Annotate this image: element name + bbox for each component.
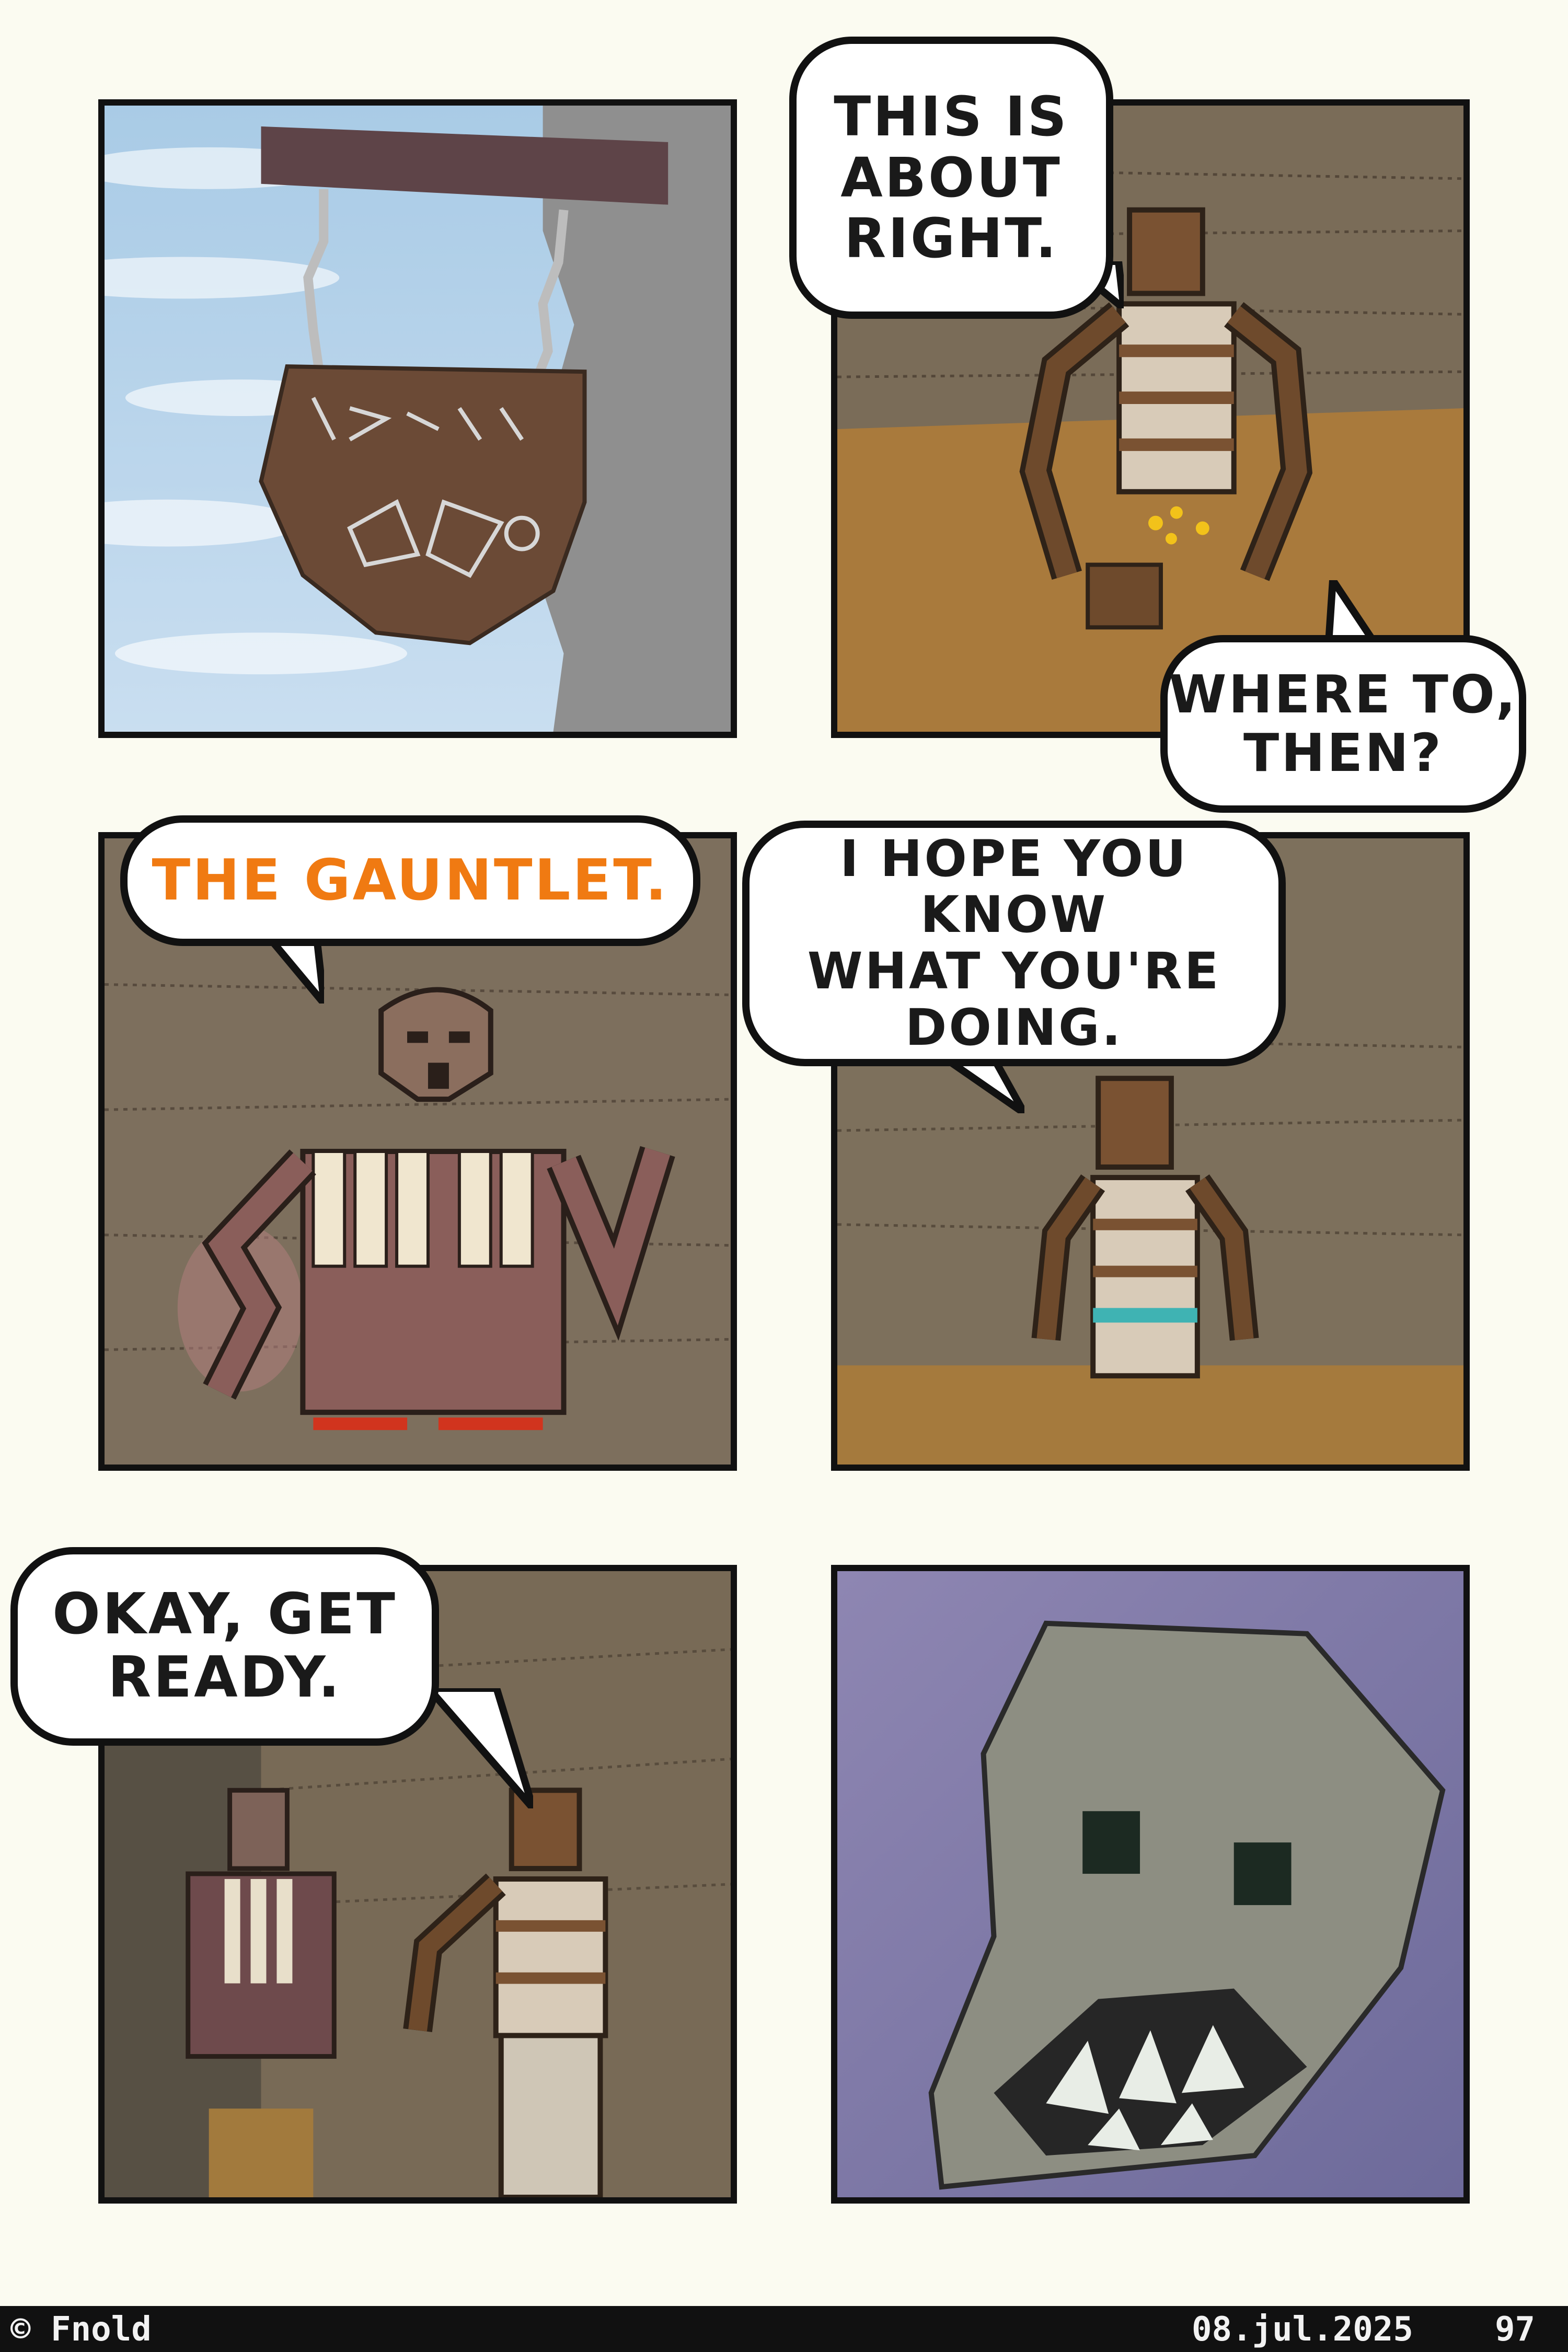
footer-bar: © Fnold 08.jul.2025 97 xyxy=(0,2306,1568,2352)
panel-1-shop-sign xyxy=(98,99,737,738)
speech-bubble-where-to-then: WHERE TO, THEN? xyxy=(1160,635,1526,813)
speech-bubble-the-gauntlet: THE GAUNTLET. xyxy=(120,815,700,946)
copyright-label: © Fnold xyxy=(10,2310,152,2349)
shop-sign-illustration xyxy=(105,106,731,732)
speech-bubble-okay-get-ready: OKAY, GET READY. xyxy=(10,1547,439,1746)
speech-bubble-i-hope-you-know: I HOPE YOU KNOW WHAT YOU'RE DOING. xyxy=(742,821,1286,1066)
ghost-illustration xyxy=(837,1571,1463,2197)
speech-bubble-this-is-about-right: THIS IS ABOUT RIGHT. xyxy=(789,37,1113,319)
date-label: 08.jul.2025 xyxy=(1192,2310,1413,2349)
panel-6-ghost xyxy=(831,1565,1470,2204)
page-number: 97 xyxy=(1495,2310,1536,2349)
speech-tail xyxy=(420,1685,537,1811)
